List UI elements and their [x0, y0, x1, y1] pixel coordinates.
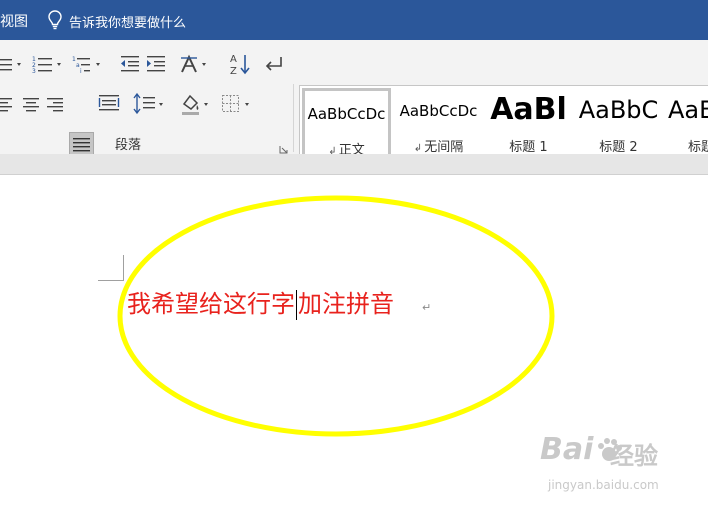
- paragraph-mark: ↵: [422, 301, 432, 314]
- tell-me-search[interactable]: 告诉我你想要做什么: [69, 12, 186, 31]
- title-bar: 视图 告诉我你想要做什么: [0, 0, 708, 40]
- text-before-caret: 我希望给这行字: [127, 290, 295, 318]
- align-center-icon[interactable]: [22, 94, 40, 114]
- style-name: 标题: [688, 140, 708, 155]
- style-preview: AaBbCcDc: [307, 105, 386, 123]
- text-after-caret: 加注拼音: [298, 290, 394, 318]
- align-left-icon[interactable]: [0, 94, 14, 114]
- sort-icon[interactable]: A Z: [230, 52, 250, 76]
- text-boundary-corner: [98, 255, 124, 281]
- bullets-icon[interactable]: [0, 54, 26, 74]
- text-cursor: [296, 290, 297, 320]
- multilevel-list-icon[interactable]: 1 a i: [72, 54, 106, 74]
- style-normal[interactable]: AaBbCcDc ↲ 正文: [302, 88, 391, 158]
- style-preview: AaBbC: [578, 96, 659, 124]
- style-preview: AaB: [668, 96, 708, 124]
- style-name: 标题 1: [509, 140, 548, 155]
- paragraph-group-label: 段落: [115, 138, 142, 153]
- line-spacing-icon[interactable]: [133, 92, 167, 116]
- numbering-icon[interactable]: 1 2 3: [32, 54, 66, 74]
- show-paragraph-marks-icon[interactable]: [263, 54, 285, 74]
- tab-view[interactable]: 视图: [0, 11, 28, 31]
- styles-gallery: AaBbCcDc ↲ 正文 AaBbCcDc ↲ 无间隔 AaBl 标题 1 AaB…: [299, 85, 708, 162]
- paragraph-dialog-launcher-icon[interactable]: [279, 139, 288, 154]
- style-no-spacing[interactable]: AaBbCcDc ↲ 无间隔: [394, 88, 483, 158]
- svg-text:Z: Z: [230, 66, 237, 76]
- distributed-align-icon[interactable]: [98, 92, 120, 116]
- style-preview: AaBl: [490, 92, 567, 127]
- decrease-indent-icon[interactable]: [119, 54, 141, 74]
- style-preview: AaBbCcDc: [399, 102, 478, 120]
- chinese-layout-icon[interactable]: [180, 54, 214, 74]
- lightbulb-icon[interactable]: [48, 10, 62, 30]
- justify-button-pressed[interactable]: [69, 132, 94, 156]
- shading-icon[interactable]: [180, 92, 214, 116]
- svg-text:A: A: [230, 54, 237, 65]
- watermark-url: jingyan.baidu.com: [548, 478, 659, 492]
- style-heading-2[interactable]: AaBbC 标题 2: [574, 88, 663, 158]
- increase-indent-icon[interactable]: [145, 54, 167, 74]
- borders-icon[interactable]: [221, 92, 255, 116]
- ribbon: 1 2 3 1 a i A Z 段落 AaBbCcDc ↲ 正文 AaBbCcD…: [0, 40, 708, 162]
- style-heading-1[interactable]: AaBl 标题 1: [484, 88, 573, 158]
- style-name: ↲ 无间隔: [413, 140, 464, 155]
- align-right-icon[interactable]: [46, 94, 64, 114]
- style-name: 标题 2: [599, 140, 638, 155]
- document-text-line[interactable]: 我希望给这行字 加注拼音: [127, 288, 394, 320]
- ruler-strip: [0, 154, 708, 175]
- baidu-jingyan-watermark: Bai 经验 jingyan.baidu.com: [540, 432, 708, 512]
- svg-text:i: i: [80, 68, 82, 74]
- ribbon-group-separator: [293, 84, 294, 152]
- watermark-jingyan: 经验: [610, 442, 658, 470]
- svg-text:3: 3: [32, 68, 36, 74]
- style-title[interactable]: AaB 标题: [664, 88, 708, 158]
